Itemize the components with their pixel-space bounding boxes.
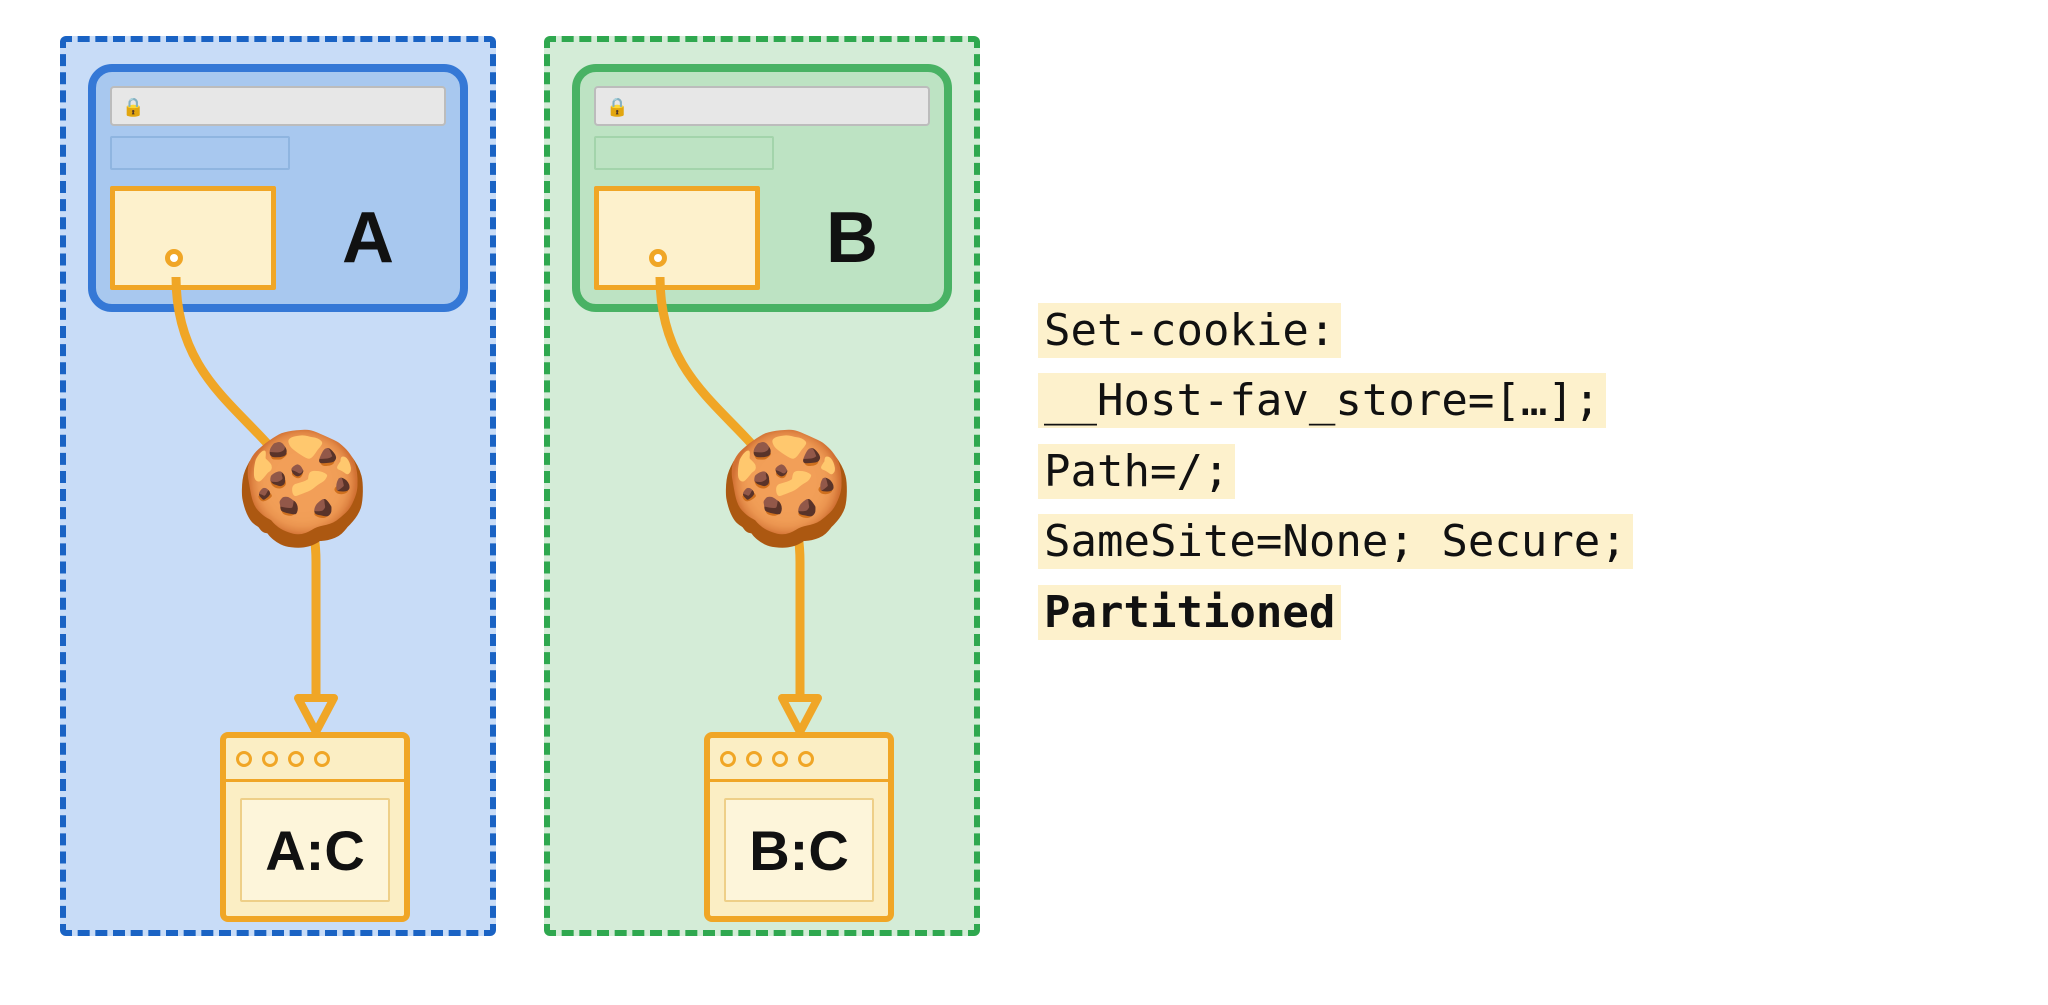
code-line-5-partitioned: Partitioned [1038,585,1341,640]
cookie-icon: 🍪 [234,434,371,544]
partitioned-storage-b: B:C [704,732,894,922]
window-dot-icon [262,751,278,767]
storage-label-b: B:C [724,798,874,902]
partition-a: 🔒 A 🍪 A:C [60,36,496,936]
window-dot-icon [288,751,304,767]
partition-b: 🔒 B 🍪 B:C [544,36,980,936]
cookie-icon: 🍪 [718,434,855,544]
partitioned-storage-a: A:C [220,732,410,922]
window-dot-icon [236,751,252,767]
window-dot-icon [772,751,788,767]
code-line-1: Set-cookie: [1038,303,1341,358]
window-dot-icon [314,751,330,767]
set-cookie-header-code: Set-cookie: __Host-fav_store=[…]; Path=/… [1038,296,1633,648]
window-dot-icon [746,751,762,767]
storage-titlebar [710,738,888,782]
window-dot-icon [720,751,736,767]
code-line-2: __Host-fav_store=[…]; [1038,373,1606,428]
storage-titlebar [226,738,404,782]
window-dot-icon [798,751,814,767]
code-line-3: Path=/; [1038,444,1235,499]
storage-label-a: A:C [240,798,390,902]
code-line-4: SameSite=None; Secure; [1038,514,1633,569]
